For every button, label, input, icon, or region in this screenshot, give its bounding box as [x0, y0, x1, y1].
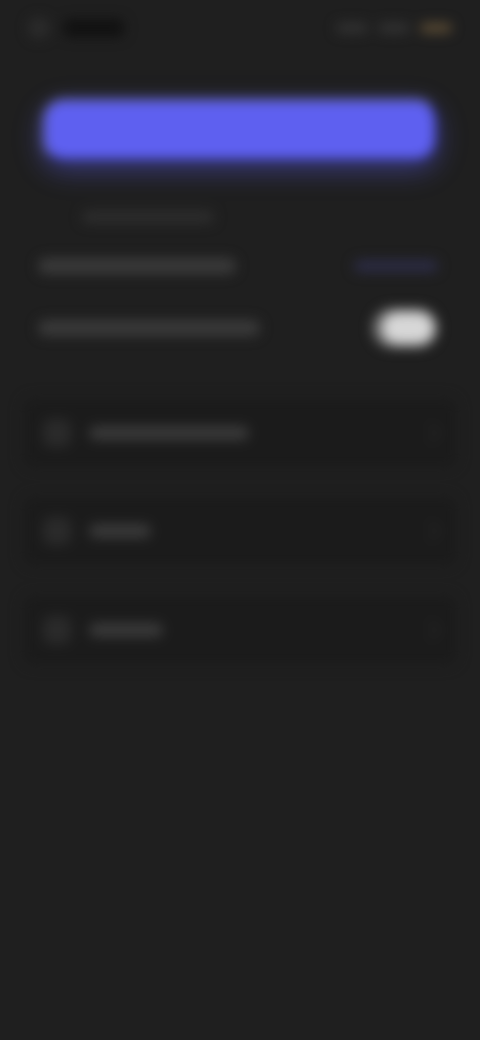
toggle-knob: [382, 312, 434, 344]
setting-label-1: [38, 258, 236, 274]
setting-label-2: [38, 320, 260, 336]
status-indicator-icon: [28, 17, 50, 39]
list-item-icon: [43, 517, 71, 545]
secondary-link-row: [82, 205, 214, 229]
chevron-right-icon: [420, 620, 440, 640]
status-right: [336, 23, 452, 33]
primary-action-button[interactable]: [42, 98, 438, 162]
setting-value-1[interactable]: [354, 260, 438, 272]
status-bar: [28, 8, 452, 48]
list-item-label: [89, 426, 249, 440]
list-item-1[interactable]: [22, 397, 458, 469]
list-item-3[interactable]: [22, 594, 458, 666]
secondary-link[interactable]: [82, 211, 214, 223]
list-item-2[interactable]: [22, 495, 458, 567]
list-item-icon: [43, 419, 71, 447]
setting-row-2[interactable]: [38, 308, 438, 348]
signal-icon: [336, 23, 368, 33]
list-item-label: [89, 623, 163, 637]
chevron-right-icon: [420, 521, 440, 541]
status-time: [64, 19, 124, 37]
wifi-icon: [378, 23, 410, 33]
setting-row-1[interactable]: [38, 258, 438, 274]
list-item-icon: [43, 616, 71, 644]
list-item-label: [89, 524, 151, 538]
status-left: [28, 17, 124, 39]
setting-toggle[interactable]: [372, 308, 438, 348]
chevron-right-icon: [420, 423, 440, 443]
battery-icon: [420, 23, 452, 33]
